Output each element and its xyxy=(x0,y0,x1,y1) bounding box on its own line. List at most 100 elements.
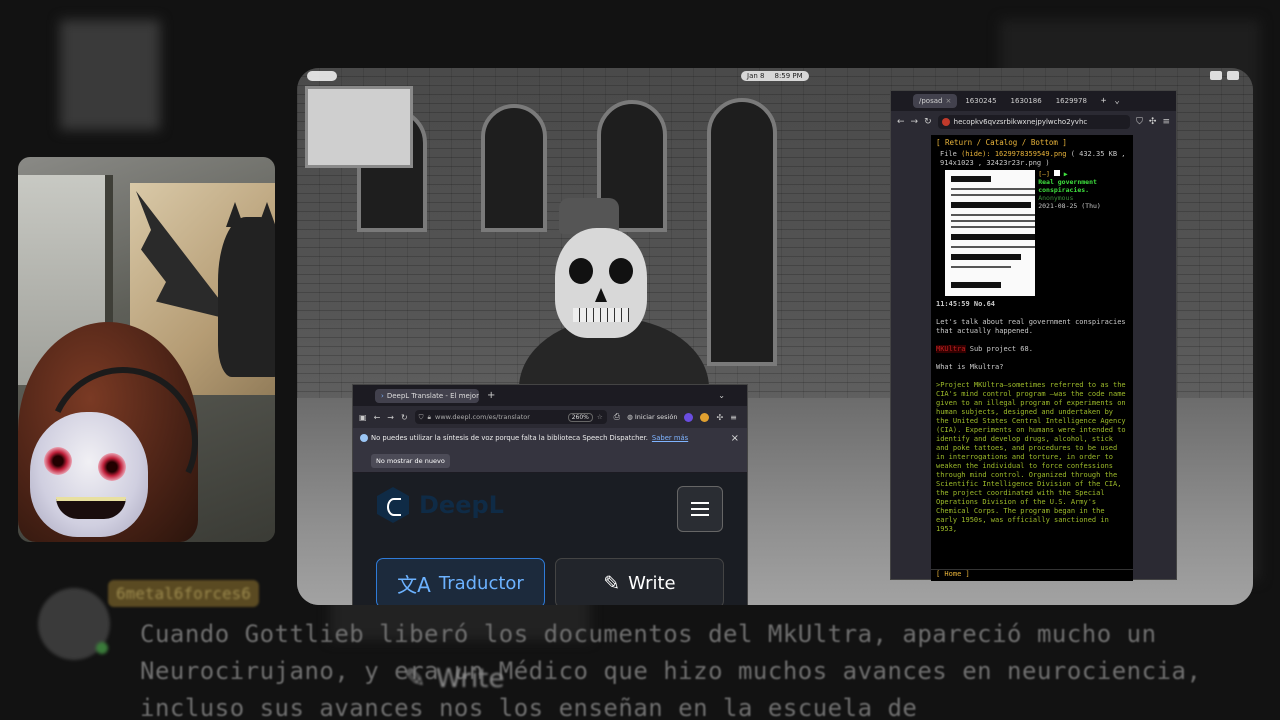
dl-tab-strip: › DeepL Translate - El mejor t × + ⌄ xyxy=(353,385,747,406)
bg-username: 6metal6forces6 xyxy=(108,580,259,607)
ib-tab[interactable]: 1630245 xyxy=(959,94,1002,108)
ib-tab[interactable]: 1630186 xyxy=(1005,94,1048,108)
menu-icon[interactable]: ≡ xyxy=(1162,117,1170,127)
shield-icon: ⛉ xyxy=(418,412,424,421)
extensions-icon[interactable]: ✣ xyxy=(1149,117,1157,127)
battery-icon[interactable] xyxy=(1227,71,1239,80)
chevron-down-icon[interactable]: ⌄ xyxy=(1114,96,1119,106)
menu-icon[interactable]: ≡ xyxy=(730,413,737,422)
reload-icon[interactable]: ↻ xyxy=(924,117,932,127)
hamburger-menu-button[interactable] xyxy=(677,486,723,532)
ib-tab[interactable]: /posad × xyxy=(913,94,958,108)
bg-write-button: ✎ Write xyxy=(404,664,504,694)
magic-wand-icon: ✎ xyxy=(603,571,621,595)
bg-shape xyxy=(60,20,160,130)
dont-show-again-button[interactable]: No mostrar de nuevo xyxy=(371,454,450,468)
forward-icon[interactable]: → xyxy=(387,413,394,422)
ib-file-info: File (hide): 1629978359549.png ( 432.35 … xyxy=(936,150,1128,168)
deepl-product-tabs: 文A Traductor ✎ Write xyxy=(376,558,724,605)
window-icon[interactable] xyxy=(1210,71,1222,80)
deepl-logo[interactable]: DeepL xyxy=(377,487,504,523)
lock-icon: 🔒︎ xyxy=(427,412,432,421)
file-name-link[interactable]: 1629978359549.png xyxy=(995,150,1067,158)
ib-tab[interactable]: 1629978 xyxy=(1050,94,1093,108)
sidebar-icon[interactable]: ▣ xyxy=(359,413,367,422)
redaction-bar xyxy=(951,176,991,182)
ib-tab-label: /posad xyxy=(919,97,943,105)
new-tab-icon[interactable]: + xyxy=(1101,96,1106,106)
mask-eye xyxy=(98,453,126,481)
activities-button[interactable] xyxy=(307,71,337,81)
webcam-overlay xyxy=(18,157,275,542)
bg-write-label: Write xyxy=(435,664,505,694)
deepl-favicon: › xyxy=(381,391,384,400)
post-time-number[interactable]: 11:45:59 No.64 xyxy=(936,300,1128,309)
back-icon[interactable]: ← xyxy=(374,413,381,422)
post-meta: [–] ▶ Real government conspiracies. Anon… xyxy=(1038,170,1128,296)
info-icon xyxy=(360,434,368,442)
puzzle-icon[interactable]: ✣ xyxy=(716,413,723,422)
extension-icon[interactable] xyxy=(700,412,710,422)
reload-icon[interactable]: ↻ xyxy=(401,413,408,422)
post-date: 2021-08-25 (Thu) xyxy=(1038,202,1101,210)
ib-tab-label: 1630245 xyxy=(965,97,997,105)
translator-label: Traductor xyxy=(438,572,524,594)
redaction-bar xyxy=(951,234,1036,240)
shield-icon[interactable]: ⛉ xyxy=(1136,117,1143,127)
close-icon[interactable]: × xyxy=(731,433,739,444)
onion-icon xyxy=(941,118,950,126)
post-body: Let's talk about real government conspir… xyxy=(936,318,1128,534)
ib-tab-strip: /posad × 1630245 1630186 1629978 + ⌄ xyxy=(891,91,1176,111)
deepl-browser-window: › DeepL Translate - El mejor t × + ⌄ ▣ ←… xyxy=(352,384,748,605)
hide-link[interactable]: (hide): xyxy=(961,150,991,158)
system-tray xyxy=(1210,71,1239,80)
text-line xyxy=(951,220,1036,222)
pocket-icon[interactable]: ⎙ xyxy=(614,412,620,422)
poster-cat xyxy=(218,217,275,377)
clock[interactable]: Jan 8 8:59 PM xyxy=(741,71,809,81)
forward-icon[interactable]: → xyxy=(911,117,919,127)
zoom-badge[interactable]: 260% xyxy=(567,412,593,422)
mask-eye xyxy=(44,447,72,475)
post-checkbox[interactable] xyxy=(1053,170,1060,176)
close-icon[interactable]: × xyxy=(945,97,951,105)
ib-nav-links[interactable]: [ Return / Catalog / Bottom ] xyxy=(936,138,1128,147)
bg-caption: Cuando Gottlieb liberó los documentos de… xyxy=(140,620,1202,720)
learn-more-link[interactable]: Saber más xyxy=(652,434,688,442)
document-thumbnail[interactable] xyxy=(945,170,1036,296)
clock-time: 8:59 PM xyxy=(774,72,803,80)
post-author: Anonymous xyxy=(1038,194,1074,202)
write-label: Write xyxy=(628,572,676,594)
dl-tab[interactable]: › DeepL Translate - El mejor t × xyxy=(375,388,479,403)
chevron-down-icon[interactable]: ⌄ xyxy=(718,391,725,400)
signin-label: Iniciar sesión xyxy=(634,413,678,421)
new-tab-icon[interactable]: + xyxy=(487,390,495,401)
dl-url-text: www.deepl.com/es/translator xyxy=(435,413,530,421)
star-icon[interactable]: ☆ xyxy=(597,413,603,421)
write-tab[interactable]: ✎ Write xyxy=(555,558,724,605)
ib-home-link[interactable]: [ Home ] xyxy=(931,569,1133,579)
skull-teeth xyxy=(573,308,629,322)
deepl-logo-icon xyxy=(377,487,409,523)
redaction-bar xyxy=(951,254,1021,260)
ib-url-text: hecopkv6qvzsrbikwxnejpylwcho2yvhc xyxy=(953,118,1088,126)
translate-icon: 文A xyxy=(397,572,431,597)
translator-tab[interactable]: 文A Traductor xyxy=(376,558,545,605)
extension-icon[interactable] xyxy=(684,412,694,422)
play-icon[interactable]: ▶ xyxy=(1064,170,1068,178)
clock-date: Jan 8 xyxy=(747,72,765,80)
deepl-site-header: DeepL 文A Traductor ✎ Write xyxy=(353,473,747,605)
post-collapse[interactable]: [–] xyxy=(1038,170,1050,178)
signin-button[interactable]: ◍ Iniciar sesión xyxy=(627,413,677,421)
redaction-bar xyxy=(951,282,1001,288)
body-paragraph: What is Mkultra? xyxy=(936,363,1004,371)
dl-address-bar[interactable]: ⛉ 🔒︎ www.deepl.com/es/translator 260% ☆ xyxy=(414,410,607,424)
ib-address-bar[interactable]: hecopkv6qvzsrbikwxnejpylwcho2yvhc xyxy=(937,115,1131,129)
text-line xyxy=(951,214,1036,216)
menu-line xyxy=(691,508,709,510)
back-icon[interactable]: ← xyxy=(897,117,905,127)
skull-eye xyxy=(569,258,593,284)
ib-navbar: ← → ↻ hecopkv6qvzsrbikwxnejpylwcho2yvhc … xyxy=(891,111,1176,133)
body-text: Sub project 68. xyxy=(965,345,1033,353)
text-line xyxy=(951,246,1036,248)
